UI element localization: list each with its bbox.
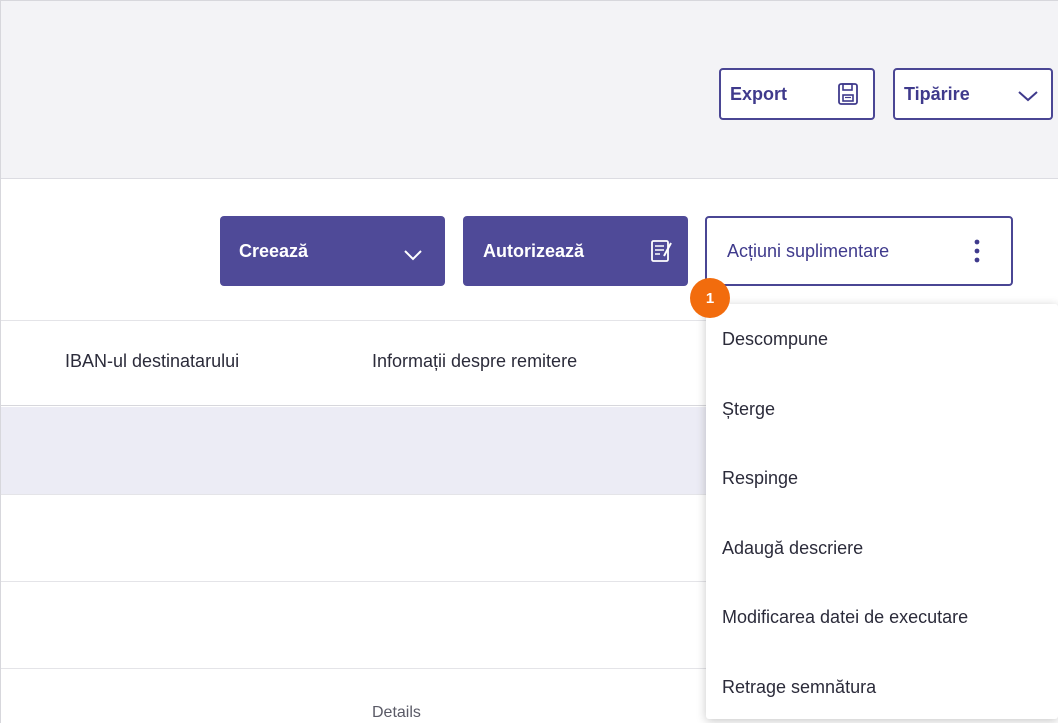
create-label: Creează (239, 240, 309, 261)
save-icon (837, 82, 859, 106)
chevron-down-icon (403, 245, 423, 261)
print-button[interactable]: Tipărire (893, 68, 1053, 120)
step-badge: 1 (690, 278, 730, 318)
column-header-iban[interactable]: IBAN-ul destinatarului (65, 351, 239, 372)
print-label: Tipărire (904, 83, 970, 104)
authorize-label: Autorizează (483, 240, 585, 261)
more-actions-button[interactable]: Acțiuni suplimentare (705, 216, 1013, 286)
details-link[interactable]: Details (372, 704, 421, 722)
menu-item-change-execution-date[interactable]: Modificarea datei de executare (706, 592, 1058, 642)
sign-document-icon (650, 239, 674, 263)
menu-item-withdraw-signature[interactable]: Retrage semnătura (706, 662, 1058, 712)
create-button[interactable]: Creează (220, 216, 445, 286)
kebab-icon (973, 238, 981, 264)
menu-item-add-description[interactable]: Adaugă descriere (706, 523, 1058, 573)
authorize-button[interactable]: Autorizează (463, 216, 688, 286)
chevron-down-icon (1017, 87, 1039, 102)
more-actions-menu: Descompune Șterge Respinge Adaugă descri… (706, 304, 1058, 719)
column-header-remittance[interactable]: Informații despre remitere (372, 351, 577, 372)
export-button[interactable]: Export (719, 68, 875, 120)
export-label: Export (730, 83, 788, 104)
menu-item-reject[interactable]: Respinge (706, 453, 1058, 503)
menu-item-delete[interactable]: Șterge (706, 384, 1058, 434)
more-actions-label: Acțiuni suplimentare (727, 240, 890, 261)
menu-item-split[interactable]: Descompune (706, 314, 1058, 364)
